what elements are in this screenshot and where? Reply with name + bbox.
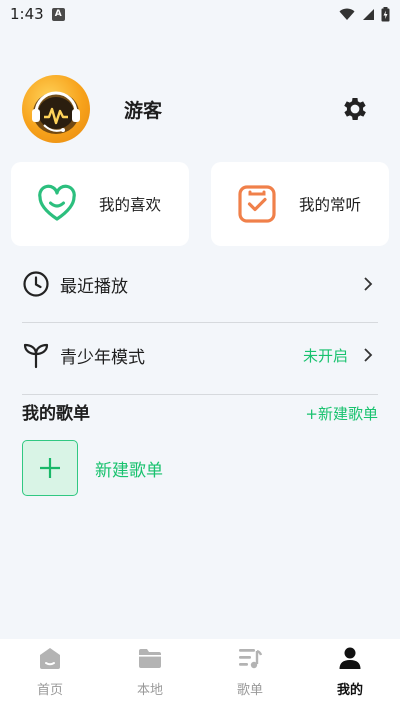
check-square-icon: [238, 185, 276, 223]
teen-mode-row[interactable]: 青少年模式 未开启: [22, 327, 378, 383]
clock-icon: [23, 271, 49, 297]
status-bar: 1:43 A: [0, 0, 400, 28]
username[interactable]: 游客: [124, 96, 162, 123]
recent-play-label: 最近播放: [60, 276, 128, 297]
teen-mode-label: 青少年模式: [60, 347, 145, 368]
my-likes-card[interactable]: 我的喜欢: [11, 162, 189, 246]
signal-icon: [363, 8, 374, 20]
nav-mine-label: 我的: [336, 683, 363, 698]
nav-local[interactable]: 本地: [100, 639, 200, 712]
teen-mode-status: 未开启: [302, 346, 348, 365]
new-playlist-label: 新建歌单: [95, 460, 163, 481]
divider: [22, 394, 378, 395]
new-playlist-link[interactable]: +新建歌单: [305, 403, 378, 424]
status-time: 1:43: [10, 5, 44, 23]
new-playlist-item[interactable]: 新建歌单: [22, 440, 163, 496]
nav-home-label: 首页: [36, 683, 63, 698]
my-frequent-label: 我的常听: [299, 196, 362, 214]
playlists-title: 我的歌单: [22, 404, 90, 424]
my-frequent-card[interactable]: 我的常听: [211, 162, 389, 246]
folder-icon: [139, 649, 161, 668]
playlist-icon: [239, 649, 263, 669]
sprout-icon: [23, 343, 49, 369]
user-icon: [339, 647, 361, 669]
nav-local-label: 本地: [136, 683, 163, 698]
wifi-icon: [339, 8, 355, 20]
nav-playlists[interactable]: 歌单: [200, 639, 300, 712]
battery-icon: [381, 6, 390, 21]
plus-icon: [40, 458, 60, 478]
bottom-nav: 首页 本地 歌单 我的: [0, 639, 400, 712]
headphone-logo: [32, 91, 80, 134]
nav-playlists-label: 歌单: [236, 683, 263, 698]
my-likes-label: 我的喜欢: [99, 196, 162, 214]
heart-smile-icon: [38, 184, 76, 221]
chevron-right-icon: [364, 277, 373, 291]
nav-mine[interactable]: 我的: [300, 639, 400, 712]
profile-header: 游客: [22, 74, 382, 144]
nav-home[interactable]: 首页: [0, 639, 100, 712]
divider: [22, 322, 378, 323]
chevron-right-icon: [364, 348, 373, 362]
gear-icon[interactable]: [340, 94, 370, 124]
notification-icon: A: [51, 7, 65, 21]
home-icon: [40, 648, 60, 669]
add-playlist-button[interactable]: [22, 440, 78, 496]
avatar[interactable]: [22, 75, 90, 143]
recent-play-row[interactable]: 最近播放: [22, 256, 378, 312]
status-icons: [339, 6, 390, 22]
